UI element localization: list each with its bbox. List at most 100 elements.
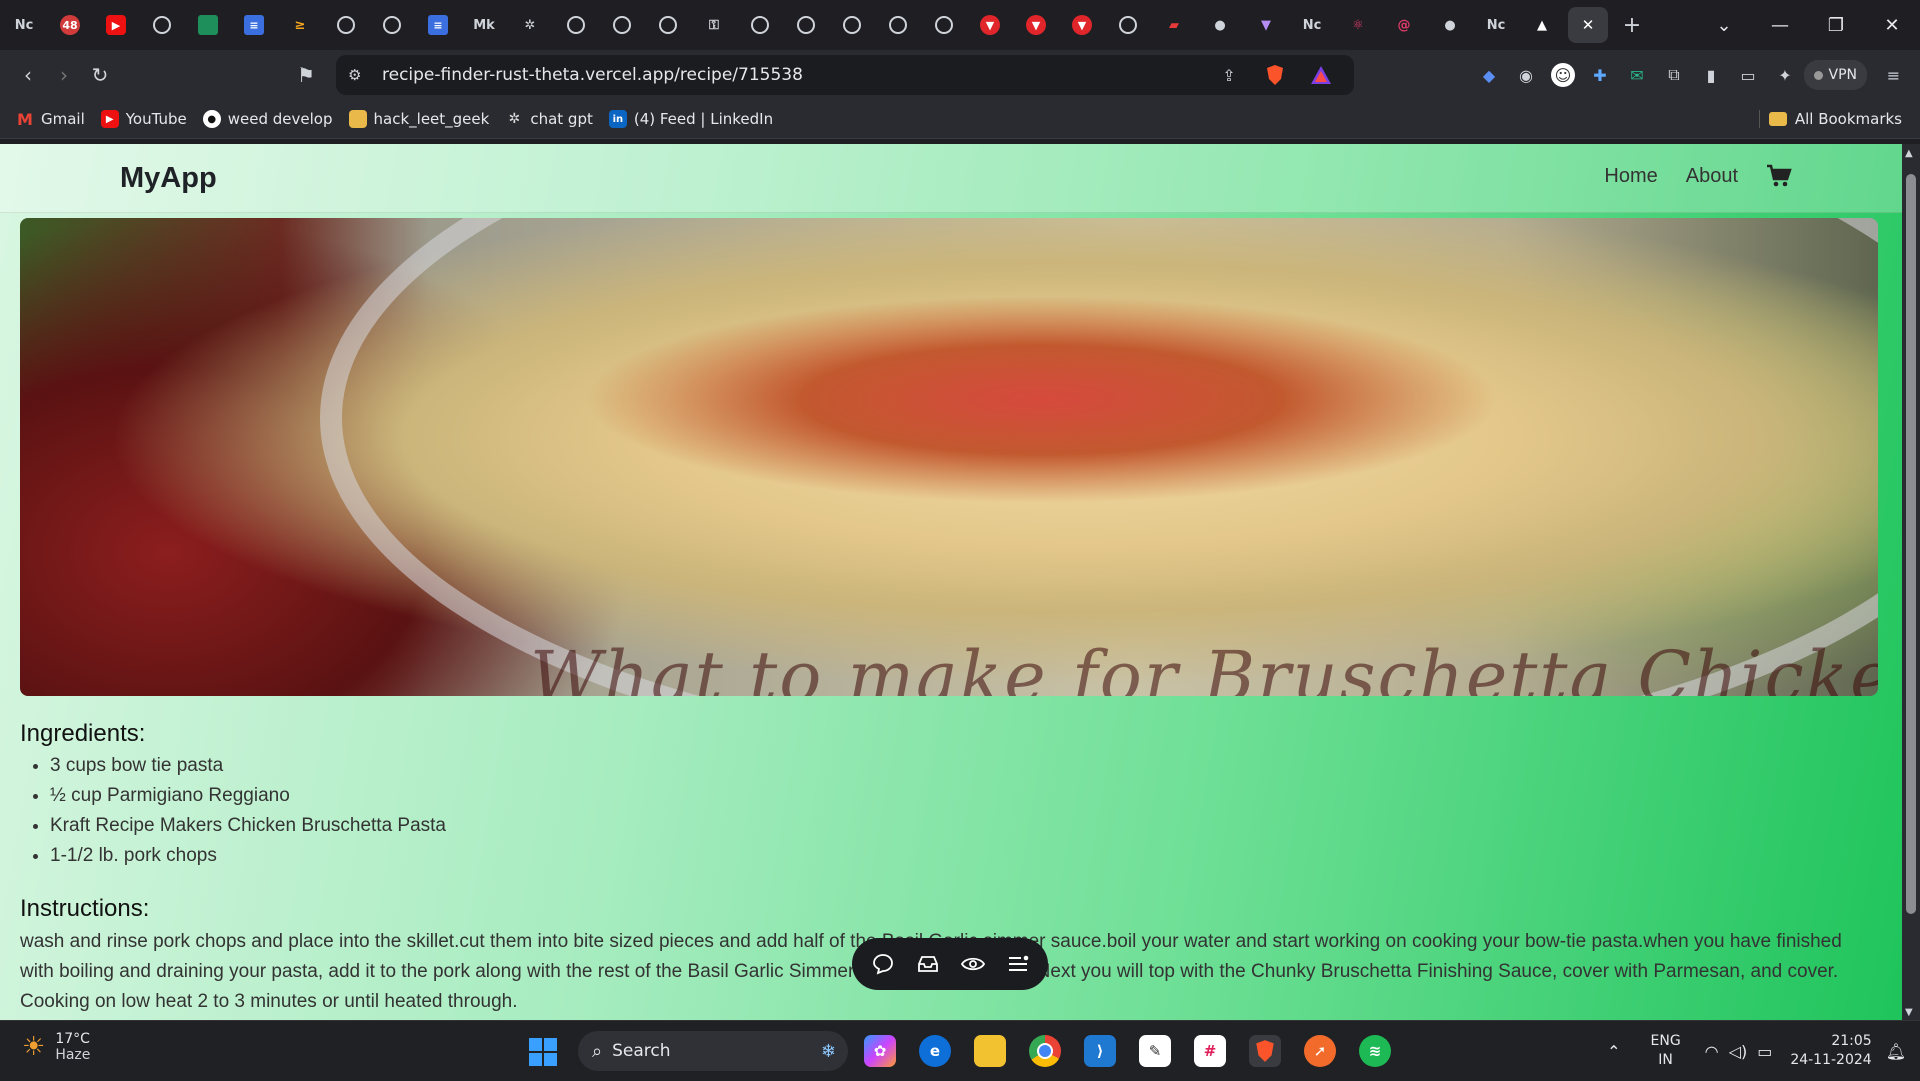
new-tab-button[interactable]: + <box>1610 7 1654 43</box>
bookmark-button[interactable]: ⚑ <box>288 57 324 93</box>
url-text[interactable]: recipe-finder-rust-theta.vercel.app/reci… <box>382 65 803 85</box>
notes-app[interactable]: ✎ <box>1139 1035 1171 1067</box>
tab-notion[interactable]: Nᴄ <box>2 7 46 43</box>
file-explorer-app[interactable] <box>974 1035 1006 1067</box>
close-tab-icon[interactable]: ✕ <box>1582 16 1595 34</box>
battery-icon[interactable]: ▭ <box>1757 1042 1772 1061</box>
tab-key[interactable]: ⚿ <box>692 7 736 43</box>
share-icon[interactable]: ⇪ <box>1218 64 1240 86</box>
scroll-down-arrow-icon[interactable]: ▼ <box>1905 1007 1913 1018</box>
tab-brave-talk[interactable]: ▼ <box>1014 7 1058 43</box>
tab-chatgpt[interactable]: ✲ <box>508 7 552 43</box>
main-menu-button[interactable]: ≡ <box>1875 57 1912 93</box>
menu-button[interactable] <box>1001 947 1035 981</box>
weather-widget[interactable]: ☀ 17°C Haze <box>22 1031 90 1063</box>
brave-app[interactable] <box>1249 1035 1281 1067</box>
spotify-app[interactable]: ≋ <box>1359 1035 1391 1067</box>
tab-site[interactable] <box>784 7 828 43</box>
tab-site[interactable] <box>830 7 874 43</box>
tab-site[interactable] <box>738 7 782 43</box>
bookmark-chat-gpt[interactable]: ✲chat gpt <box>505 110 593 128</box>
minimize-button[interactable]: — <box>1752 0 1808 50</box>
tab-github[interactable]: ● <box>1198 7 1242 43</box>
notification-bell-icon[interactable]: 🔔︎ <box>1886 1042 1906 1061</box>
bookmark-folder-hack-leet-geek[interactable]: hack_leet_geek <box>349 110 490 128</box>
taskbar-search[interactable]: ⌕ Search ❄ <box>578 1031 848 1071</box>
tab-notion[interactable]: Nᴄ <box>1290 7 1334 43</box>
tab-brave-talk[interactable]: ▼ <box>968 7 1012 43</box>
slack-app[interactable]: # <box>1194 1035 1226 1067</box>
tab-site[interactable] <box>922 7 966 43</box>
vpn-button[interactable]: VPN <box>1804 60 1868 90</box>
wifi-icon[interactable]: ◠ <box>1705 1042 1719 1061</box>
tab-vercel[interactable]: ▲ <box>1520 7 1564 43</box>
tab-docs[interactable]: ≡ <box>232 7 276 43</box>
tab-classroom[interactable] <box>186 7 230 43</box>
tab-debug[interactable]: @ <box>1382 7 1426 43</box>
start-button[interactable] <box>528 1037 558 1071</box>
tab-site[interactable] <box>554 7 598 43</box>
restore-button[interactable]: ❐ <box>1808 0 1864 50</box>
scroll-up-arrow-icon[interactable]: ▲ <box>1905 148 1913 159</box>
leo-button[interactable]: ✦ <box>1767 57 1804 93</box>
forward-button[interactable]: › <box>46 57 82 93</box>
view-button[interactable] <box>956 947 990 981</box>
extension-button[interactable]: ◆ <box>1471 57 1508 93</box>
tab-site[interactable] <box>370 7 414 43</box>
extension-button[interactable]: ✉ <box>1619 57 1656 93</box>
nav-about-link[interactable]: About <box>1686 165 1738 188</box>
language-indicator[interactable]: ENG IN <box>1651 1032 1681 1070</box>
chrome-app[interactable] <box>1029 1035 1061 1067</box>
bookmark-weed-develop[interactable]: ●weed develop <box>203 110 333 128</box>
tab-site[interactable] <box>140 7 184 43</box>
reload-button[interactable]: ↻ <box>82 57 118 93</box>
wallet-button[interactable]: ▭ <box>1730 57 1767 93</box>
nav-home-link[interactable]: Home <box>1604 165 1657 188</box>
volume-icon[interactable]: ◁) <box>1729 1042 1748 1061</box>
comment-button[interactable] <box>866 947 900 981</box>
brave-rewards-icon[interactable] <box>1310 64 1332 86</box>
tab-react[interactable]: ⚛ <box>1336 7 1380 43</box>
tab-site[interactable] <box>600 7 644 43</box>
postman-app[interactable]: ➚ <box>1304 1035 1336 1067</box>
close-window-button[interactable]: ✕ <box>1864 0 1920 50</box>
page-scrollbar[interactable]: ▲ ▼ <box>1902 144 1920 1020</box>
tab-gmail[interactable]: 48 <box>48 7 92 43</box>
tab-vite[interactable]: ▼ <box>1244 7 1288 43</box>
tab-active[interactable]: ✕ <box>1568 7 1608 43</box>
bookmark-linkedin[interactable]: in(4) Feed | LinkedIn <box>609 110 773 128</box>
edge-app[interactable]: e <box>919 1035 951 1067</box>
brand-logo[interactable]: MyApp <box>120 162 217 195</box>
tab-search-button[interactable]: ⌄ <box>1696 0 1752 50</box>
tab-docs[interactable]: ≡ <box>416 7 460 43</box>
all-bookmarks-button[interactable]: All Bookmarks <box>1769 100 1902 138</box>
extension-button[interactable]: ✚ <box>1582 57 1619 93</box>
tab-notion[interactable]: Nᴄ <box>1474 7 1518 43</box>
extension-button[interactable]: ☺ <box>1545 57 1582 93</box>
back-button[interactable]: ‹ <box>10 57 46 93</box>
tab-brave-talk[interactable]: ▼ <box>1060 7 1104 43</box>
clock[interactable]: 21:05 24-11-2024 <box>1790 1032 1871 1070</box>
tab-site[interactable] <box>646 7 690 43</box>
cart-icon[interactable] <box>1766 164 1792 188</box>
sidebar-button[interactable]: ▮ <box>1693 57 1730 93</box>
tab-vercel[interactable]: ▰ <box>1152 7 1196 43</box>
tray-overflow-chevron-icon[interactable]: ⌃ <box>1607 1042 1620 1061</box>
tab-site[interactable] <box>1106 7 1150 43</box>
address-bar[interactable]: ⚙ recipe-finder-rust-theta.vercel.app/re… <box>336 55 1354 95</box>
site-settings-icon[interactable]: ⚙ <box>348 66 361 84</box>
tab-site[interactable] <box>324 7 368 43</box>
extension-button[interactable]: ◉ <box>1508 57 1545 93</box>
tab-site[interactable] <box>876 7 920 43</box>
brave-shields-icon[interactable] <box>1264 64 1286 86</box>
extensions-menu-button[interactable]: ⧉ <box>1656 57 1693 93</box>
scrollbar-thumb[interactable] <box>1906 174 1916 914</box>
copilot-app[interactable]: ✿ <box>864 1035 896 1067</box>
tab-github[interactable]: ● <box>1428 7 1472 43</box>
bookmark-youtube[interactable]: ▶YouTube <box>101 110 187 128</box>
bookmark-gmail[interactable]: MGmail <box>16 110 85 128</box>
vscode-app[interactable]: ⟩ <box>1084 1035 1116 1067</box>
tab-medium[interactable]: Mk <box>462 7 506 43</box>
inbox-button[interactable] <box>911 947 945 981</box>
tab-codeforces[interactable]: ≥ <box>278 7 322 43</box>
